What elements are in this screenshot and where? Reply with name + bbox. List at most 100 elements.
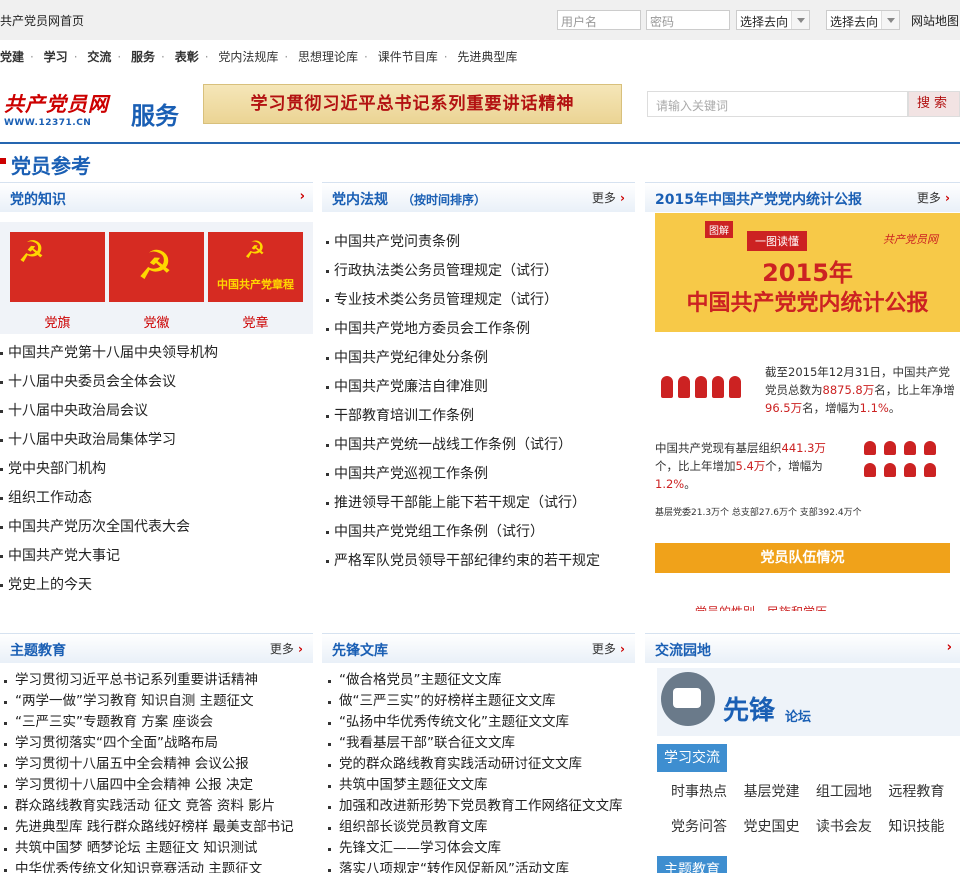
list-item[interactable]: 中国共产党巡视工作条例	[326, 460, 635, 489]
more-link[interactable]: 更多	[592, 640, 625, 657]
list-item[interactable]: 干部教育培训工作条例	[326, 402, 635, 431]
list-item[interactable]: 中国共产党第十八届中央领导机构	[0, 339, 313, 368]
search-input[interactable]: 请输入关键词	[647, 91, 908, 117]
forum-link[interactable]: 知识技能	[888, 819, 944, 835]
sitemap-link[interactable]: 网站地图	[911, 12, 959, 29]
list-item[interactable]: 群众路线教育实践活动 征文 竞答 资料 影片	[0, 796, 313, 817]
forum-link[interactable]: 时事热点	[671, 784, 727, 800]
nav-item-models[interactable]: 先进典型库	[457, 48, 517, 65]
list-item[interactable]: 学习贯彻落实“四个全面”战略布局	[0, 733, 313, 754]
list-item[interactable]: 党中央部门机构	[0, 455, 313, 484]
list-item[interactable]: 做“三严三实”的好榜样主题征文文库	[324, 691, 635, 712]
list-item[interactable]: 中国共产党廉洁自律准则	[326, 373, 635, 402]
panel-title[interactable]: 主题教育	[10, 640, 66, 660]
list-item[interactable]: 学习贯彻十八届五中全会精神 会议公报	[0, 754, 313, 775]
main-nav: 党建 · 学习 · 交流 · 服务 · 表彰 · 党内法规库 · 思想理论库 · 课件节目库 ·…	[0, 48, 517, 66]
emblem-label[interactable]: 党徽	[109, 312, 204, 331]
arrow-right-icon[interactable]: ›	[300, 189, 305, 204]
panel-title[interactable]: 交流园地	[655, 640, 711, 660]
list-item[interactable]: 专业技术类公务员管理规定（试行）	[326, 286, 635, 315]
home-link[interactable]: 共产党员网首页	[0, 12, 84, 29]
list-item[interactable]: 严格军队党员领导干部纪律约束的若干规定	[326, 547, 635, 576]
more-link[interactable]: 更多	[270, 640, 303, 657]
nav-item-biaozhang[interactable]: 表彰	[175, 48, 199, 65]
list-item[interactable]: 十八届中央政治局集体学习	[0, 426, 313, 455]
section-title-text: 党员参考	[11, 154, 91, 178]
infographic-tag: 图解	[705, 221, 733, 238]
panel-title[interactable]: 2015年中国共产党党内统计公报	[655, 189, 862, 209]
list-item[interactable]: 中国共产党问责条例	[326, 228, 635, 257]
banner[interactable]: 学习贯彻习近平总书记系列重要讲话精神	[203, 84, 622, 124]
list-item[interactable]: 党史上的今天	[0, 571, 313, 600]
list-item[interactable]: 中国共产党党组工作条例（试行）	[326, 518, 635, 547]
list-item[interactable]: “做合格党员”主题征文文库	[324, 670, 635, 691]
forum-link[interactable]: 基层党建	[743, 784, 799, 800]
forum-link[interactable]: 远程教育	[888, 784, 944, 800]
list-item[interactable]: 学习贯彻十八届四中全会精神 公报 决定	[0, 775, 313, 796]
party-constitution-image[interactable]: ☭ 中国共产党章程	[208, 232, 303, 302]
forum-banner[interactable]: 先锋 论坛	[657, 668, 960, 736]
more-link[interactable]: 更多	[592, 189, 625, 206]
list-item[interactable]: 中国共产党大事记	[0, 542, 313, 571]
nav-item-regulations[interactable]: 党内法规库	[218, 48, 278, 65]
statistics-infographic[interactable]: 图解 一图读懂 共产党员网 2015年 中国共产党党内统计公报 截至2015年1…	[645, 213, 960, 611]
list-item[interactable]: 学习贯彻习近平总书记系列重要讲话精神	[0, 670, 313, 691]
username-input[interactable]: 用户名	[557, 10, 641, 30]
list-item[interactable]: 中国共产党纪律处分条例	[326, 344, 635, 373]
list-item[interactable]: 组织部长谈党员教育文库	[324, 817, 635, 838]
list-item[interactable]: 中国共产党历次全国代表大会	[0, 513, 313, 542]
nav-separator: ·	[364, 50, 368, 64]
destination-select-1[interactable]: 选择去向	[736, 10, 810, 30]
list-item[interactable]: 中国共产党地方委员会工作条例	[326, 315, 635, 344]
list-item[interactable]: 共筑中国梦 晒梦论坛 主题征文 知识测试	[0, 838, 313, 859]
list-item[interactable]: “三严三实”专题教育 方案 座谈会	[0, 712, 313, 733]
nav-item-courseware[interactable]: 课件节目库	[378, 48, 438, 65]
panel-title[interactable]: 党的知识	[10, 189, 66, 209]
party-flag-image[interactable]: ☭	[10, 232, 105, 302]
list-item[interactable]: “两学一做”学习教育 知识自测 主题征文	[0, 691, 313, 712]
channel-title: 服务	[131, 102, 179, 130]
nav-item-fuwu[interactable]: 服务	[131, 48, 155, 65]
forum-subtitle: 论坛	[785, 710, 812, 725]
list-item[interactable]: 落实八项规定“转作风促新风”活动文库	[324, 859, 635, 873]
regulations-title[interactable]: 党内法规	[332, 192, 388, 208]
password-input[interactable]: 密码	[646, 10, 730, 30]
logo-url: WWW.12371.CN	[4, 118, 92, 128]
list-item[interactable]: 推进领导干部能上能下若干规定（试行）	[326, 489, 635, 518]
destination-select-2[interactable]: 选择去向	[826, 10, 900, 30]
panel-header-education: 主题教育 更多	[0, 633, 313, 663]
arrow-right-icon[interactable]: ›	[947, 640, 952, 655]
nav-item-dangjian[interactable]: 党建	[0, 48, 24, 65]
nav-item-xuexi[interactable]: 学习	[44, 48, 68, 65]
party-emblem-image[interactable]: ☭	[109, 232, 204, 302]
list-item[interactable]: 先锋文汇——学习体会文库	[324, 838, 635, 859]
nav-item-jiaoliu[interactable]: 交流	[87, 48, 111, 65]
more-link[interactable]: 更多	[917, 189, 950, 206]
site-logo[interactable]: 共产党员网 WWW.12371.CN	[4, 88, 122, 128]
panel-title[interactable]: 先锋文库	[332, 640, 388, 660]
list-item[interactable]: 中华优秀传统文化知识竞赛活动 主题征文	[0, 859, 313, 873]
tab-theme-education[interactable]: 主题教育	[657, 856, 727, 873]
chevron-down-icon	[881, 11, 899, 29]
infographic-logo: 共产党员网	[883, 233, 938, 246]
search-button[interactable]: 搜索	[908, 91, 960, 117]
list-item[interactable]: 中国共产党统一战线工作条例（试行）	[326, 431, 635, 460]
nav-item-theory[interactable]: 思想理论库	[298, 48, 358, 65]
tab-study-exchange[interactable]: 学习交流	[657, 744, 727, 772]
forum-link[interactable]: 党务问答	[671, 819, 727, 835]
list-item[interactable]: “弘扬中华优秀传统文化”主题征文文库	[324, 712, 635, 733]
list-item[interactable]: 共筑中国梦主题征文文库	[324, 775, 635, 796]
forum-link[interactable]: 党史国史	[743, 819, 799, 835]
list-item[interactable]: 加强和改进新形势下党员教育工作网络征文文库	[324, 796, 635, 817]
forum-link[interactable]: 组工园地	[816, 784, 872, 800]
flag-label[interactable]: 党旗	[10, 312, 105, 331]
list-item[interactable]: 先进典型库 践行群众路线好榜样 最美支部书记	[0, 817, 313, 838]
list-item[interactable]: 十八届中央政治局会议	[0, 397, 313, 426]
list-item[interactable]: 行政执法类公务员管理规定（试行）	[326, 257, 635, 286]
list-item[interactable]: “我看基层干部”联合征文文库	[324, 733, 635, 754]
list-item[interactable]: 组织工作动态	[0, 484, 313, 513]
constitution-label[interactable]: 党章	[208, 312, 303, 331]
list-item[interactable]: 党的群众路线教育实践活动研讨征文文库	[324, 754, 635, 775]
list-item[interactable]: 十八届中央委员会全体会议	[0, 368, 313, 397]
forum-link[interactable]: 读书会友	[816, 819, 872, 835]
